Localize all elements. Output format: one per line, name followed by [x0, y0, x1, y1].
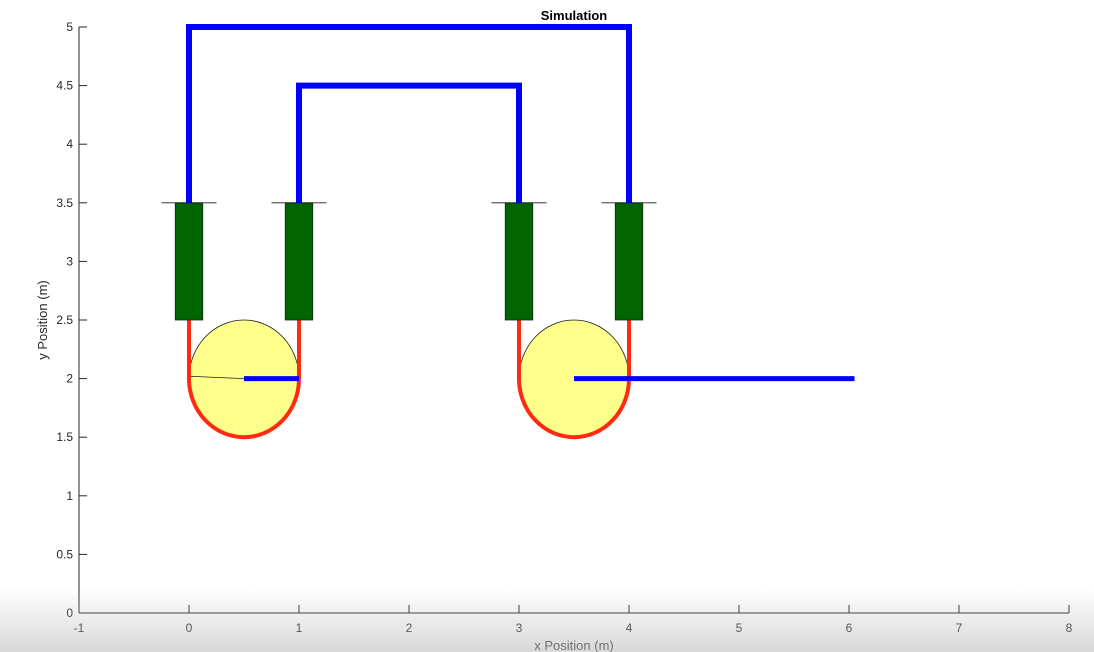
y-tick-label: 2 [66, 372, 73, 386]
block-3 [504, 202, 534, 321]
x-tick-label: 4 [626, 621, 633, 635]
y-tick-label: 3.5 [56, 196, 73, 210]
x-tick-label: 8 [1066, 621, 1073, 635]
block-1 [174, 202, 204, 321]
block-2 [284, 202, 314, 321]
y-tick-label: 1.5 [56, 430, 73, 444]
y-tick-label: 3 [66, 254, 73, 268]
y-tick-label: 2.5 [56, 313, 73, 327]
y-tick-label: 1 [66, 489, 73, 503]
simulation-figure: -1 0 1 2 3 4 5 6 7 8 00.511.522.533.544.55 Simula… [35, 8, 1073, 652]
x-axis-label: x Position (m) [534, 638, 613, 652]
chart-title: Simulation [541, 8, 608, 23]
x-tick-label: 6 [846, 621, 853, 635]
y-tick-label: 5 [66, 20, 73, 34]
x-tick-label: 3 [516, 621, 523, 635]
x-tick-label: 7 [956, 621, 963, 635]
x-tick-label: 2 [406, 621, 413, 635]
y-tick-label: 4.5 [56, 79, 73, 93]
y-axis-label: y Position (m) [35, 280, 50, 359]
y-tick-label: 4 [66, 137, 73, 151]
x-tick-label: 5 [736, 621, 743, 635]
y-tick-label: 0 [66, 606, 73, 620]
x-tick-label: -1 [74, 621, 85, 635]
x-tick-label: 0 [186, 621, 193, 635]
y-tick-label: 0.5 [56, 547, 73, 561]
block-4 [614, 202, 644, 321]
x-tick-label: 1 [296, 621, 303, 635]
